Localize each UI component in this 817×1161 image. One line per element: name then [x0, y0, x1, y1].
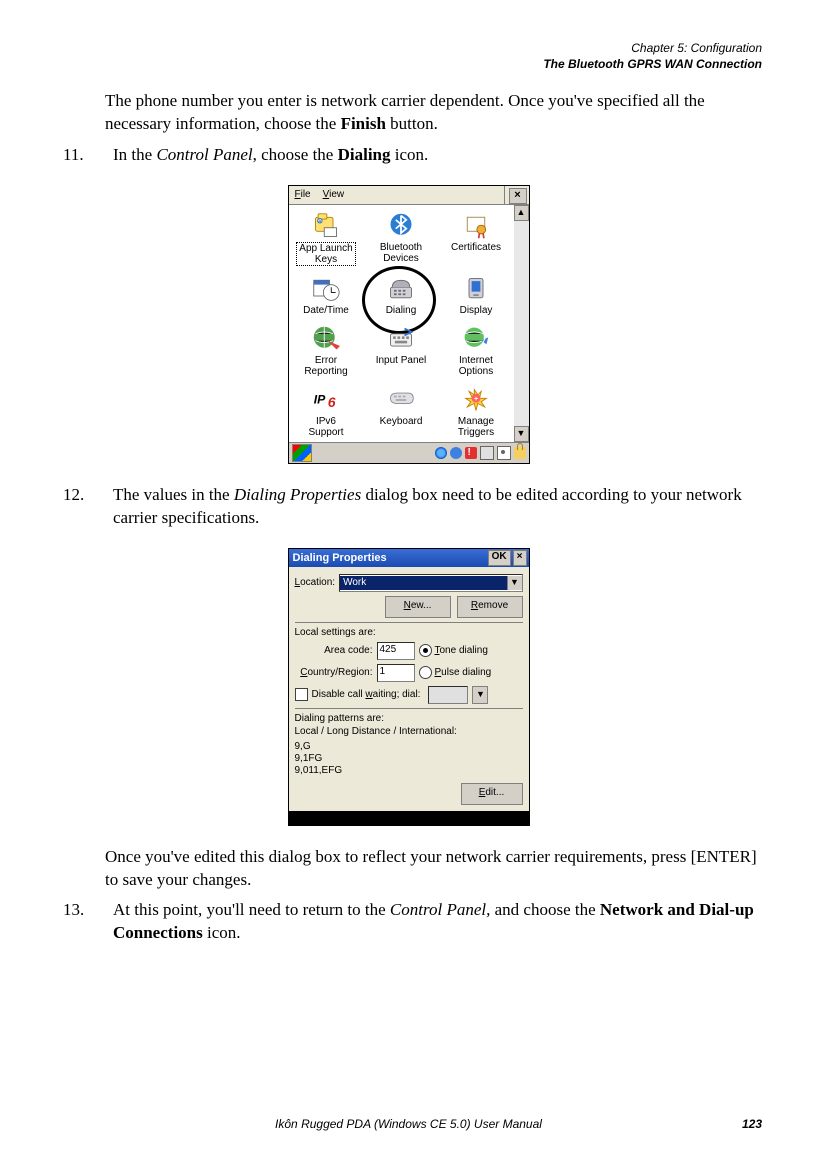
- footer-page-number: 123: [722, 1117, 762, 1131]
- display-icon: [460, 274, 492, 304]
- cp-item-dialing[interactable]: Dialing: [364, 272, 439, 320]
- new-button[interactable]: New...: [385, 596, 451, 618]
- chevron-down-icon[interactable]: ▼: [507, 576, 522, 590]
- dialing-patterns-heading: Dialing patterns are:: [295, 712, 523, 726]
- menu-file[interactable]: File: [289, 186, 317, 204]
- cp-item-internet-options[interactable]: Internet Options: [439, 322, 514, 381]
- step-12-after: Once you've edited this dialog box to re…: [105, 846, 762, 892]
- dialog-footer-bar: [289, 811, 529, 825]
- internet-options-icon: [460, 324, 492, 354]
- cp-item-manage-triggers[interactable]: + Manage Triggers: [439, 383, 514, 442]
- scrollbar[interactable]: ▲ ▼: [514, 205, 529, 442]
- remove-button[interactable]: Remove: [457, 596, 523, 618]
- tray-network-icon[interactable]: [435, 447, 447, 459]
- close-button[interactable]: ×: [513, 550, 527, 566]
- checkbox-icon: [295, 688, 308, 701]
- menubar: File View ×: [289, 186, 529, 205]
- start-button[interactable]: [292, 444, 312, 462]
- scroll-down-icon[interactable]: ▼: [514, 426, 529, 442]
- date-time-icon: [310, 274, 342, 304]
- cp-item-app-launch-keys[interactable]: A App Launch Keys: [289, 209, 364, 270]
- scroll-up-icon[interactable]: ▲: [514, 205, 529, 221]
- cp-item-keyboard[interactable]: Keyboard: [364, 383, 439, 442]
- country-region-label: Country/Region:: [295, 666, 373, 680]
- dialing-properties-screenshot: Dialing Properties OK × Location: Work ▼…: [288, 548, 530, 826]
- tray-blue-icon[interactable]: [450, 447, 462, 459]
- dialing-patterns-text: 9,G 9,1FG 9,011,EFG: [295, 741, 523, 777]
- step-11: 11. In the Control Panel, choose the Dia…: [55, 144, 762, 175]
- icon-grid: A App Launch Keys Bluetooth Devices: [289, 205, 514, 442]
- certificates-icon: [460, 211, 492, 241]
- close-button[interactable]: ×: [509, 188, 527, 204]
- cp-item-certificates[interactable]: Certificates: [439, 209, 514, 270]
- chevron-down-icon: ▼: [472, 686, 488, 704]
- country-region-input[interactable]: 1: [377, 664, 415, 682]
- tray-alert-icon[interactable]: [465, 447, 477, 459]
- cp-item-date-time[interactable]: Date/Time: [289, 272, 364, 320]
- cp-item-error-reporting[interactable]: Error Reporting: [289, 322, 364, 381]
- edit-button[interactable]: Edit...: [461, 783, 523, 805]
- dialog-title: Dialing Properties: [293, 551, 486, 566]
- radio-off-icon: [419, 666, 432, 679]
- keyboard-icon: [385, 385, 417, 415]
- location-label: Location:: [295, 576, 336, 590]
- local-settings-heading: Local settings are:: [295, 626, 523, 640]
- ipv6-icon: IP6: [310, 385, 342, 415]
- call-waiting-dial-input: [428, 686, 468, 704]
- disable-call-waiting-check[interactable]: Disable call waiting; dial: ▼: [295, 686, 523, 704]
- input-panel-icon: [385, 324, 417, 354]
- cp-item-bluetooth-devices[interactable]: Bluetooth Devices: [364, 209, 439, 270]
- bluetooth-icon: [385, 211, 417, 241]
- tray-card-icon[interactable]: [480, 446, 494, 460]
- page-footer: Ikôn Rugged PDA (Windows CE 5.0) User Ma…: [55, 1117, 762, 1131]
- intro-paragraph: The phone number you enter is network ca…: [105, 90, 762, 136]
- svg-text:+: +: [474, 396, 478, 403]
- menu-view[interactable]: View: [317, 186, 351, 204]
- area-code-input[interactable]: 425: [377, 642, 415, 660]
- tray-disk-icon[interactable]: [497, 446, 511, 460]
- svg-text:IP: IP: [314, 393, 326, 407]
- svg-text:6: 6: [328, 394, 336, 410]
- location-select[interactable]: Work ▼: [339, 574, 522, 592]
- cp-item-input-panel[interactable]: Input Panel: [364, 322, 439, 381]
- cp-item-ipv6-support[interactable]: IP6 IPv6 Support: [289, 383, 364, 442]
- ok-button[interactable]: OK: [488, 550, 511, 566]
- app-launch-keys-icon: A: [310, 211, 342, 241]
- dialog-titlebar: Dialing Properties OK ×: [289, 549, 529, 567]
- taskbar: [289, 442, 529, 463]
- tone-dialing-radio[interactable]: Tone dialing: [419, 644, 523, 658]
- error-reporting-icon: [310, 324, 342, 354]
- header-section: The Bluetooth GPRS WAN Connection: [55, 56, 762, 72]
- step-12: 12. The values in the Dialing Properties…: [55, 484, 762, 538]
- pulse-dialing-radio[interactable]: Pulse dialing: [419, 666, 523, 680]
- system-tray: [435, 446, 526, 460]
- control-panel-screenshot: File View × A App Launch Keys: [288, 185, 530, 464]
- manage-triggers-icon: +: [460, 385, 492, 415]
- tray-lock-icon[interactable]: [514, 447, 526, 459]
- dialing-patterns-sub: Local / Long Distance / International:: [295, 725, 523, 739]
- header-chapter: Chapter 5: Configuration: [55, 40, 762, 56]
- cp-item-display[interactable]: Display: [439, 272, 514, 320]
- dialing-icon: [385, 274, 417, 304]
- step-13: 13. At this point, you'll need to return…: [55, 899, 762, 953]
- page-header: Chapter 5: Configuration The Bluetooth G…: [55, 40, 762, 72]
- area-code-label: Area code:: [295, 644, 373, 658]
- radio-on-icon: [419, 644, 432, 657]
- footer-book-title: Ikôn Rugged PDA (Windows CE 5.0) User Ma…: [95, 1117, 722, 1131]
